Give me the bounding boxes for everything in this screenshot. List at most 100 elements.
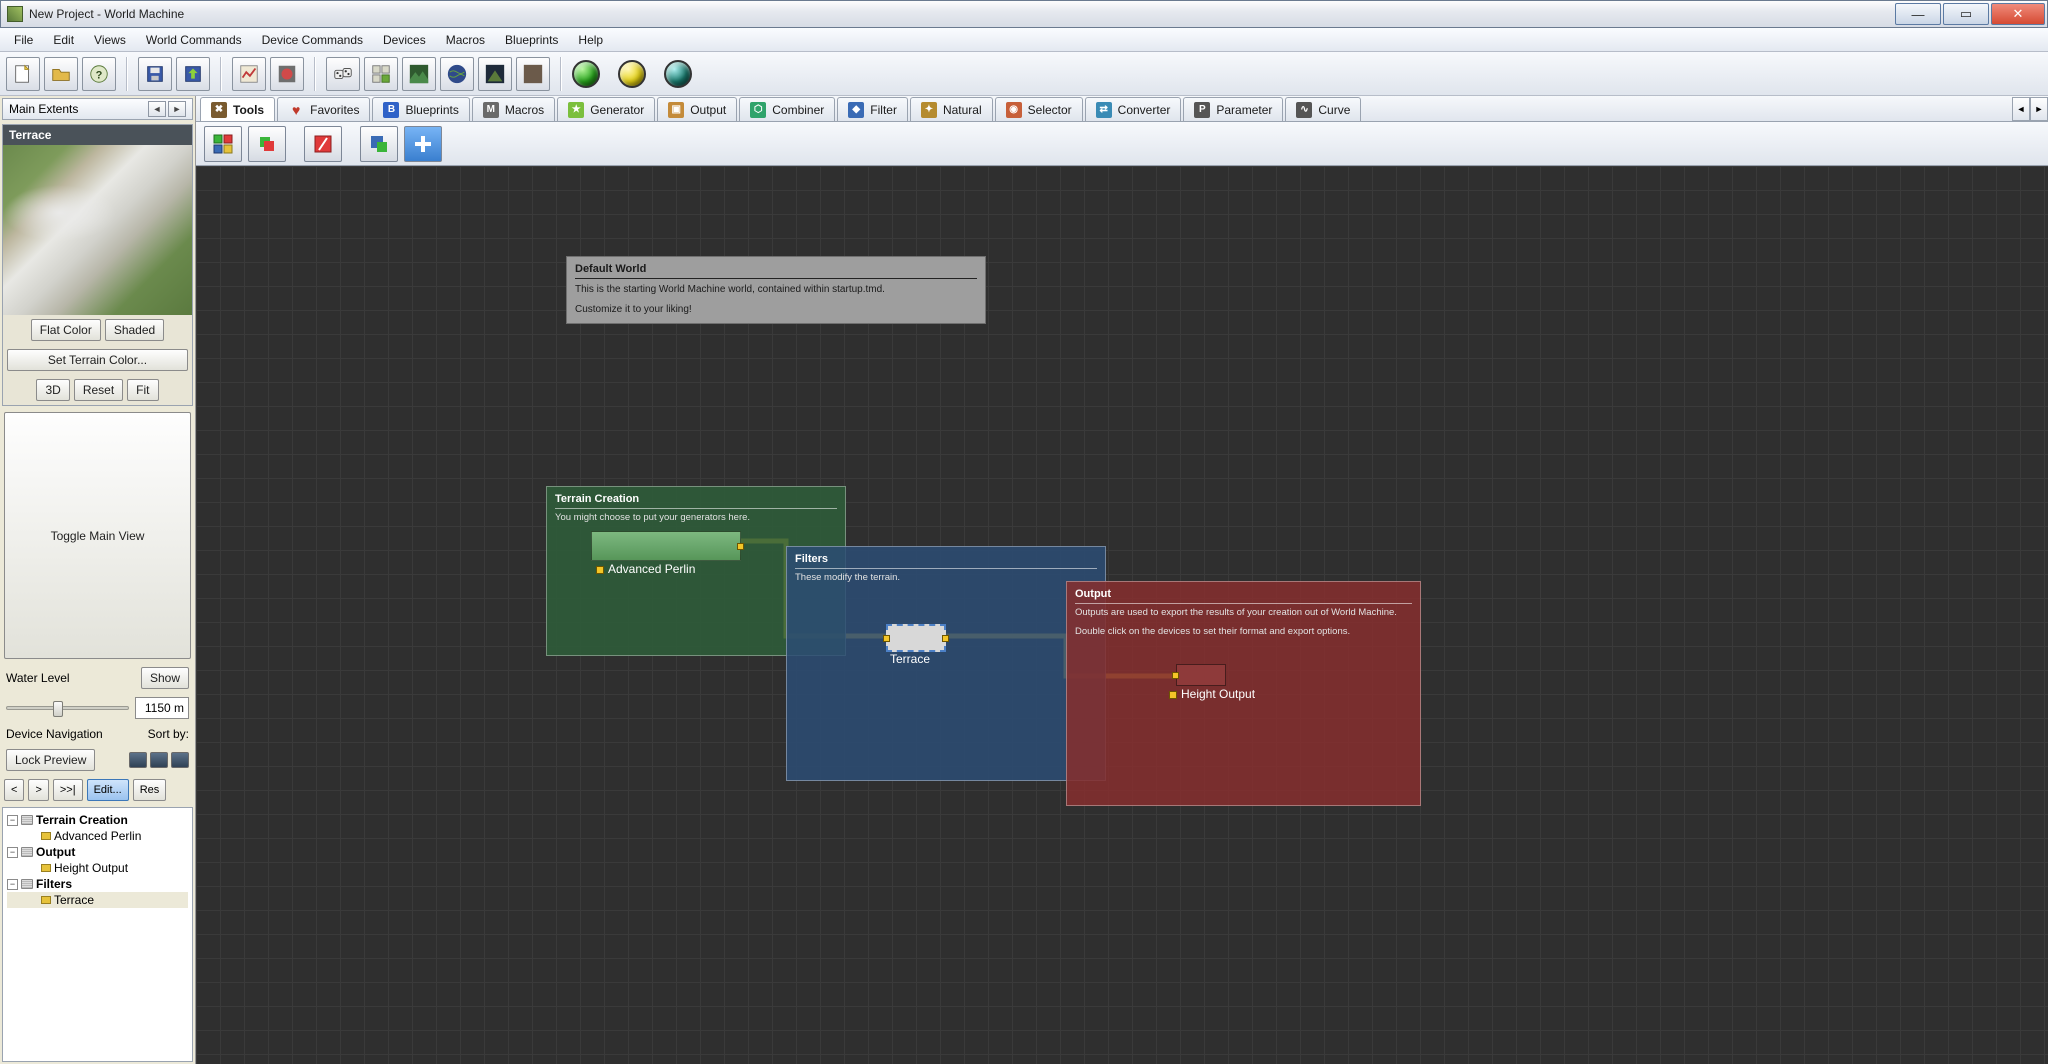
heightmap-view-button[interactable] [270,57,304,91]
menu-world-commands[interactable]: World Commands [136,30,252,50]
water-level-slider[interactable] [6,706,129,710]
lock-preview-button[interactable]: Lock Preview [6,749,95,771]
tab-scroll-left-button[interactable]: ◄ [2012,97,2030,121]
collapse-icon[interactable]: − [7,815,18,826]
output-port[interactable] [737,543,744,550]
tools-icon: ✖ [211,102,227,118]
input-port[interactable] [883,635,890,642]
maximize-button[interactable]: ▭ [1943,3,1989,25]
group-title: Terrain Creation [555,493,837,509]
tab-curve[interactable]: ∿Curve [1285,97,1361,121]
layout-button[interactable] [364,57,398,91]
menu-file[interactable]: File [4,30,43,50]
tree-group-terrain-creation[interactable]: − Terrain Creation [7,812,188,828]
menu-devices[interactable]: Devices [373,30,436,50]
menu-help[interactable]: Help [568,30,613,50]
extents-prev-icon[interactable]: ◄ [148,101,166,117]
new-file-button[interactable] [6,57,40,91]
converter-icon: ⇄ [1096,102,1112,118]
menu-edit[interactable]: Edit [43,30,84,50]
collapse-icon[interactable]: − [7,847,18,858]
menu-views[interactable]: Views [84,30,136,50]
tool-add-button[interactable] [404,126,442,162]
flat-color-button[interactable]: Flat Color [31,319,101,341]
tree-item-height-output[interactable]: Height Output [7,860,188,876]
node-graph-canvas[interactable]: Default World This is the starting World… [196,166,2048,1064]
tree-item-advanced-perlin[interactable]: Advanced Perlin [7,828,188,844]
material-button[interactable] [516,57,550,91]
tool-blueprint-button[interactable] [360,126,398,162]
nav-back-button[interactable]: < [4,779,24,801]
tab-generator[interactable]: ★Generator [557,97,655,121]
collapse-icon[interactable]: − [7,879,18,890]
sort-mode-3-button[interactable] [171,752,189,768]
folder-icon [21,879,33,889]
output-port[interactable] [942,635,949,642]
reset-button[interactable]: Reset [74,379,123,401]
water-show-button[interactable]: Show [141,667,189,689]
toggle-main-view-button[interactable]: Toggle Main View [4,412,191,659]
sort-mode-1-button[interactable] [129,752,147,768]
help-button[interactable]: ? [82,57,116,91]
tab-converter[interactable]: ⇄Converter [1085,97,1182,121]
generator-icon: ★ [568,102,584,118]
tab-scroll-right-button[interactable]: ► [2030,97,2048,121]
tree-item-terrace[interactable]: Terrace [7,892,188,908]
open-file-button[interactable] [44,57,78,91]
tab-parameter[interactable]: PParameter [1183,97,1283,121]
node-height-output[interactable]: Height Output [1176,664,1226,686]
menu-macros[interactable]: Macros [436,30,495,50]
build-status-green-icon[interactable] [572,60,600,88]
note-default-world[interactable]: Default World This is the starting World… [566,256,986,324]
3d-button[interactable]: 3D [36,379,69,401]
tree-group-filters[interactable]: − Filters [7,876,188,892]
shaded-button[interactable]: Shaded [105,319,164,341]
device-tab-strip: ✖Tools ♥Favorites BBlueprints MMacros ★G… [196,96,2048,122]
tab-output[interactable]: ▣Output [657,97,737,121]
build-status-yellow-icon[interactable] [618,60,646,88]
nav-edit-button[interactable]: Edit... [87,779,129,801]
terrain-preview-image[interactable] [3,145,192,315]
globe-button[interactable] [440,57,474,91]
tab-favorites[interactable]: ♥Favorites [277,97,370,121]
tool-group-button[interactable] [248,126,286,162]
extents-selector[interactable]: Main Extents ◄ ► [2,98,193,120]
sort-mode-2-button[interactable] [150,752,168,768]
build-status-teal-icon[interactable] [664,60,692,88]
tool-checkpoint-button[interactable] [304,126,342,162]
node-advanced-perlin[interactable]: Advanced Perlin [591,531,741,561]
svg-text:?: ? [96,69,103,81]
tab-natural[interactable]: ✦Natural [910,97,993,121]
group-filters[interactable]: Filters These modify the terrain. [786,546,1106,781]
preview-3d-button[interactable] [478,57,512,91]
menu-device-commands[interactable]: Device Commands [252,30,373,50]
input-port[interactable] [1172,672,1179,679]
node-terrace[interactable]: Terrace [886,624,946,652]
preview-title: Terrace [3,125,192,145]
close-button[interactable]: ✕ [1991,3,2045,25]
nav-res-button[interactable]: Res [133,779,167,801]
device-tree[interactable]: − Terrain Creation Advanced Perlin − Out… [2,807,193,1062]
nav-last-button[interactable]: >>| [53,779,83,801]
tab-blueprints[interactable]: BBlueprints [372,97,469,121]
set-terrain-color-button[interactable]: Set Terrain Color... [7,349,188,371]
save-button[interactable] [138,57,172,91]
export-button[interactable] [176,57,210,91]
tab-filter[interactable]: ◆Filter [837,97,908,121]
tab-tools[interactable]: ✖Tools [200,97,275,121]
tree-group-output[interactable]: − Output [7,844,188,860]
randomize-button[interactable] [326,57,360,91]
minimize-button[interactable]: — [1895,3,1941,25]
nav-forward-button[interactable]: > [28,779,48,801]
terrain-button[interactable] [402,57,436,91]
menu-blueprints[interactable]: Blueprints [495,30,568,50]
graph-view-button[interactable] [232,57,266,91]
tab-macros[interactable]: MMacros [472,97,555,121]
extents-next-icon[interactable]: ► [168,101,186,117]
curve-icon: ∿ [1296,102,1312,118]
fit-button[interactable]: Fit [127,379,158,401]
water-level-input[interactable] [135,697,189,719]
tool-layout-button[interactable] [204,126,242,162]
tab-combiner[interactable]: ⬡Combiner [739,97,835,121]
tab-selector[interactable]: ◉Selector [995,97,1083,121]
